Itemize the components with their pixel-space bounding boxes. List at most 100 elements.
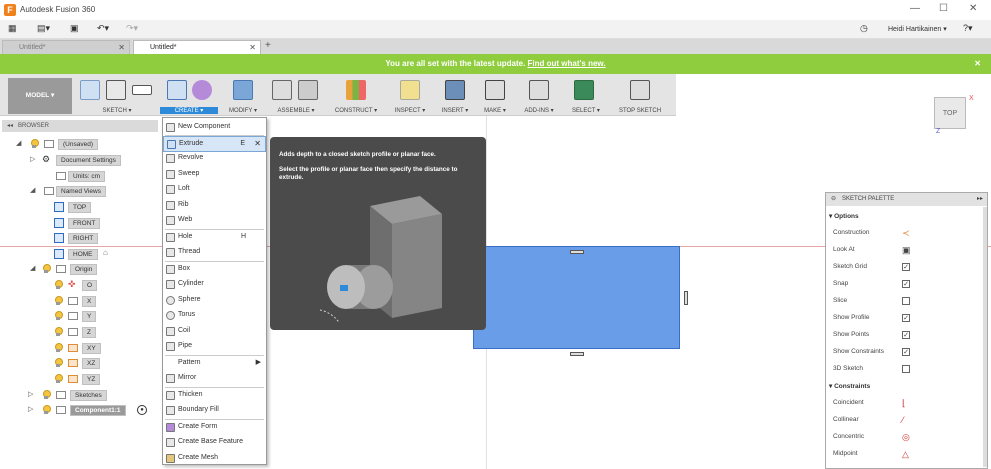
measure-icon[interactable] [400, 80, 420, 100]
tree-view-right[interactable]: RIGHT [0, 231, 158, 247]
line-icon[interactable] [106, 80, 126, 100]
construct-group[interactable]: CONSTRUCT ▾ [328, 74, 384, 116]
snap-checkbox[interactable]: ✓ [902, 280, 910, 288]
modify-group[interactable]: MODIFY ▾ [220, 74, 266, 116]
palette-header[interactable]: ⊖ SKETCH PALETTE ▸▸ [826, 193, 987, 206]
user-menu[interactable]: Heidi Hartikainen ▾ [888, 25, 947, 33]
help-icon[interactable]: ?▾ [963, 23, 973, 34]
coincident-icon[interactable]: ⌊ [902, 398, 906, 409]
save-icon[interactable]: ▣ [70, 23, 79, 34]
menu-new-component[interactable]: New Component [163, 120, 266, 136]
show-points-checkbox[interactable]: ✓ [902, 331, 910, 339]
tree-plane-xz[interactable]: XZ [0, 356, 158, 372]
tab-untitled-1[interactable]: Untitled* ✕ [2, 40, 130, 54]
visibility-bulb-icon[interactable] [42, 405, 51, 415]
menu-thicken[interactable]: Thicken [163, 388, 266, 404]
menu-hole[interactable]: Hole H [163, 230, 266, 246]
undo-icon[interactable]: ↶▾ [97, 23, 109, 34]
tree-axis-z[interactable]: Z [0, 325, 158, 341]
menu-create-form[interactable]: Create Form [163, 420, 266, 436]
visibility-bulb-icon[interactable] [42, 264, 51, 274]
assemble-group[interactable]: ASSEMBLE ▾ [268, 74, 324, 116]
option-show-points[interactable]: Show Points ✓ [826, 327, 987, 344]
visibility-bulb-icon[interactable] [42, 390, 51, 400]
show-profile-checkbox[interactable]: ✓ [902, 314, 910, 322]
select-group[interactable]: SELECT ▾ [566, 74, 606, 116]
close-banner-icon[interactable]: ✕ [974, 54, 981, 73]
menu-create-mesh[interactable]: Create Mesh [163, 451, 266, 467]
menu-extrude[interactable]: Extrude E ✕ [163, 136, 266, 152]
constraint-midpoint[interactable]: Midpoint △ [826, 446, 987, 463]
menu-mirror[interactable]: Mirror [163, 371, 266, 387]
option-construction[interactable]: Construction ≺ [826, 225, 987, 242]
menu-sweep[interactable]: Sweep [163, 167, 266, 183]
menu-boundary-fill[interactable]: Boundary Fill [163, 403, 266, 419]
workspace-switcher[interactable]: MODEL ▾ [8, 78, 72, 114]
sketch-group[interactable]: SKETCH ▾ [76, 74, 158, 116]
create-sketch-icon[interactable] [80, 80, 100, 100]
menu-pattern[interactable]: Pattern ▶ [163, 356, 266, 372]
expand-palette-icon[interactable]: ▸▸ [977, 195, 983, 202]
add-ins-group[interactable]: ADD-INS ▾ [516, 74, 562, 116]
select-icon[interactable] [574, 80, 594, 100]
menu-rib[interactable]: Rib [163, 198, 266, 214]
scripts-icon[interactable] [529, 80, 549, 100]
sketch-grid-checkbox[interactable]: ✓ [902, 263, 910, 271]
close-window-icon[interactable]: ✕ [969, 3, 977, 14]
option-show-constraints[interactable]: Show Constraints ✓ [826, 344, 987, 361]
tree-named-views[interactable]: ◢ Named Views [0, 184, 158, 200]
activate-radio-icon[interactable]: ● [137, 405, 147, 415]
tree-sketches[interactable]: ▷ Sketches [0, 388, 158, 404]
close-tab-icon[interactable]: ✕ [249, 43, 256, 52]
tree-axis-x[interactable]: X [0, 294, 158, 310]
visibility-bulb-icon[interactable] [30, 139, 39, 149]
tree-view-top[interactable]: TOP [0, 200, 158, 216]
menu-loft[interactable]: Loft [163, 182, 266, 198]
menu-sphere[interactable]: Sphere [163, 293, 266, 309]
construction-icon[interactable]: ≺ [902, 228, 910, 239]
menu-coil[interactable]: Coil [163, 324, 266, 340]
view-cube[interactable]: TOP [934, 97, 966, 129]
job-status-icon[interactable]: ◷ [860, 23, 868, 34]
make-group[interactable]: MAKE ▾ [476, 74, 514, 116]
menu-box[interactable]: Box [163, 262, 266, 278]
midpoint-icon[interactable]: △ [902, 449, 909, 460]
palette-menu-icon[interactable]: ⊖ [831, 195, 836, 202]
visibility-bulb-icon[interactable] [54, 296, 63, 306]
option-show-profile[interactable]: Show Profile ✓ [826, 310, 987, 327]
tree-axis-y[interactable]: Y [0, 309, 158, 325]
menu-web[interactable]: Web [163, 213, 266, 229]
close-tab-icon[interactable]: ✕ [118, 43, 125, 52]
concentric-icon[interactable]: ◎ [902, 432, 910, 443]
offset-plane-icon[interactable] [346, 80, 366, 100]
visibility-bulb-icon[interactable] [54, 311, 63, 321]
minimize-icon[interactable]: — [910, 3, 920, 14]
tab-untitled-2[interactable]: Untitled* ✕ [133, 40, 261, 54]
redo-icon[interactable]: ↷▾ [126, 23, 138, 34]
home-icon[interactable]: ⌂ [103, 248, 108, 257]
slice-checkbox[interactable] [902, 297, 910, 305]
tree-units[interactable]: Units: cm [0, 169, 158, 185]
option-sketch-grid[interactable]: Sketch Grid ✓ [826, 259, 987, 276]
stop-sketch-icon[interactable] [630, 80, 650, 100]
tree-plane-xy[interactable]: XY [0, 341, 158, 357]
menu-create-base-feature[interactable]: Create Base Feature [163, 435, 266, 451]
tree-plane-yz[interactable]: YZ [0, 372, 158, 388]
resize-handle-top[interactable] [570, 250, 584, 254]
constraint-coincident[interactable]: Coincident ⌊ [826, 395, 987, 412]
constraint-concentric[interactable]: Concentric ◎ [826, 429, 987, 446]
insert-group[interactable]: INSERT ▾ [436, 74, 474, 116]
tree-view-home[interactable]: HOME ⌂ [0, 247, 158, 263]
palette-scrollbar[interactable] [983, 207, 987, 467]
menu-torus[interactable]: Torus [163, 308, 266, 324]
tree-origin-point[interactable]: ✜ O [0, 278, 158, 294]
inspect-group[interactable]: INSPECT ▾ [388, 74, 432, 116]
option-3d-sketch[interactable]: 3D Sketch [826, 361, 987, 378]
constraint-collinear[interactable]: Collinear ⁄ [826, 412, 987, 429]
joint-icon[interactable] [298, 80, 318, 100]
tree-component[interactable]: ▷ Component1:1 ● [0, 403, 158, 419]
collinear-icon[interactable]: ⁄ [902, 415, 904, 425]
tree-origin[interactable]: ◢ Origin [0, 262, 158, 278]
look-at-icon[interactable]: ▣ [902, 245, 911, 256]
menu-pipe[interactable]: Pipe [163, 339, 266, 355]
